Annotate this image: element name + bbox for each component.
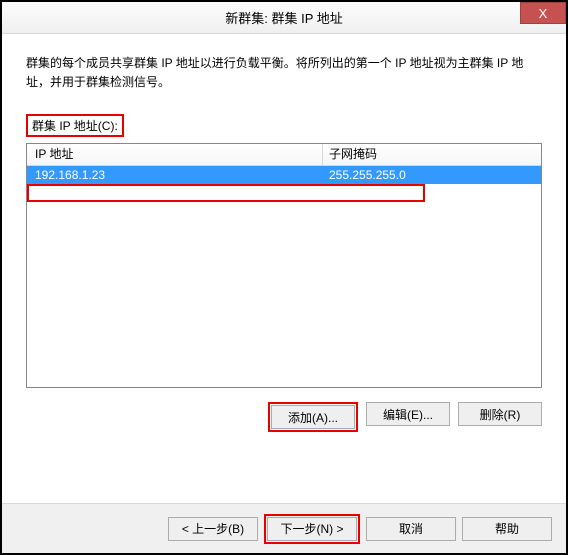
dialog-content: 群集的每个成员共享群集 IP 地址以进行负载平衡。将所列出的第一个 IP 地址视…	[2, 34, 566, 442]
titlebar: 新群集: 群集 IP 地址 X	[2, 2, 566, 34]
add-button[interactable]: 添加(A)...	[271, 405, 355, 429]
row-action-buttons: 添加(A)... 编辑(E)... 删除(R)	[26, 402, 542, 432]
remove-button[interactable]: 删除(R)	[458, 402, 542, 426]
add-button-highlight: 添加(A)...	[268, 402, 358, 432]
cell-subnet: 255.255.255.0	[323, 168, 541, 182]
ip-address-table[interactable]: IP 地址 子网掩码 192.168.1.23 255.255.255.0	[26, 143, 542, 388]
close-button[interactable]: X	[520, 2, 566, 24]
column-header-subnet[interactable]: 子网掩码	[323, 144, 541, 165]
edit-button[interactable]: 编辑(E)...	[366, 402, 450, 426]
wizard-footer: < 上一步(B) 下一步(N) > 取消 帮助	[2, 503, 566, 553]
cell-ip: 192.168.1.23	[27, 168, 323, 182]
section-label: 群集 IP 地址(C):	[32, 119, 118, 133]
row-highlight-annotation	[27, 184, 425, 202]
table-row[interactable]: 192.168.1.23 255.255.255.0	[27, 166, 541, 184]
window-title: 新群集: 群集 IP 地址	[225, 8, 343, 27]
table-header: IP 地址 子网掩码	[27, 144, 541, 166]
close-icon: X	[539, 6, 548, 21]
column-header-ip[interactable]: IP 地址	[27, 144, 323, 165]
next-button[interactable]: 下一步(N) >	[267, 517, 357, 541]
next-button-highlight: 下一步(N) >	[264, 514, 360, 544]
description-text: 群集的每个成员共享群集 IP 地址以进行负载平衡。将所列出的第一个 IP 地址视…	[26, 54, 542, 92]
help-button[interactable]: 帮助	[462, 517, 552, 541]
section-label-highlight: 群集 IP 地址(C):	[26, 114, 124, 137]
back-button[interactable]: < 上一步(B)	[168, 517, 258, 541]
cancel-button[interactable]: 取消	[366, 517, 456, 541]
